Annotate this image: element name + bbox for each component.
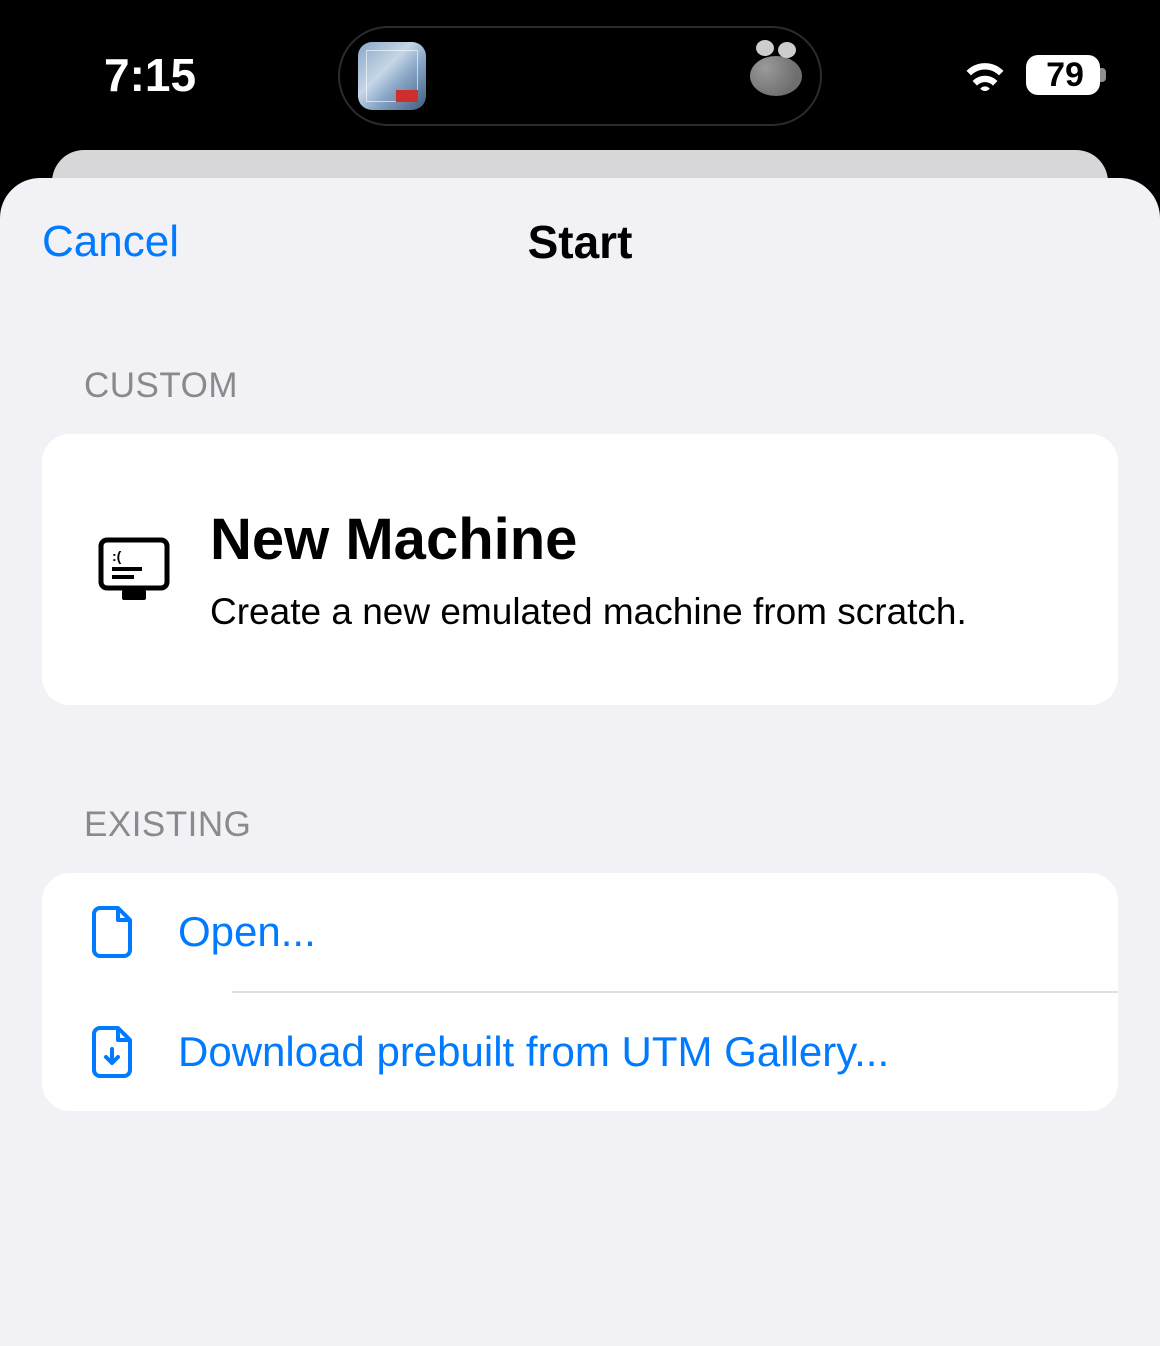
svg-text::(: :( bbox=[112, 548, 122, 564]
dynamic-island[interactable] bbox=[338, 26, 822, 126]
new-machine-desc: Create a new emulated machine from scrat… bbox=[210, 591, 1070, 633]
new-machine-title: New Machine bbox=[210, 506, 1070, 573]
modal-sheet: Cancel Start CUSTOM :( New Machine Creat… bbox=[0, 178, 1160, 1346]
pip-blob-icon bbox=[750, 56, 802, 96]
section-header-existing: EXISTING bbox=[0, 705, 1160, 855]
now-playing-artwork-icon bbox=[358, 42, 426, 110]
modal-header: Cancel Start bbox=[0, 178, 1160, 306]
wifi-icon bbox=[962, 58, 1008, 92]
document-icon bbox=[90, 905, 138, 959]
battery-level: 79 bbox=[1026, 55, 1100, 95]
cancel-button[interactable]: Cancel bbox=[42, 217, 179, 267]
status-time: 7:15 bbox=[60, 48, 196, 102]
document-download-icon bbox=[90, 1025, 138, 1079]
download-gallery-label: Download prebuilt from UTM Gallery... bbox=[178, 1028, 889, 1076]
new-machine-card[interactable]: :( New Machine Create a new emulated mac… bbox=[42, 434, 1118, 705]
computer-terminal-icon: :( bbox=[98, 534, 170, 606]
open-label: Open... bbox=[178, 908, 316, 956]
download-gallery-row[interactable]: Download prebuilt from UTM Gallery... bbox=[42, 993, 1118, 1111]
status-bar: 7:15 79 bbox=[0, 0, 1160, 150]
modal-title: Start bbox=[528, 215, 633, 269]
existing-list: Open... Download prebuilt from UTM Galle… bbox=[42, 873, 1118, 1111]
section-header-custom: CUSTOM bbox=[0, 306, 1160, 416]
open-row[interactable]: Open... bbox=[42, 873, 1118, 991]
status-right: 79 bbox=[962, 55, 1100, 95]
